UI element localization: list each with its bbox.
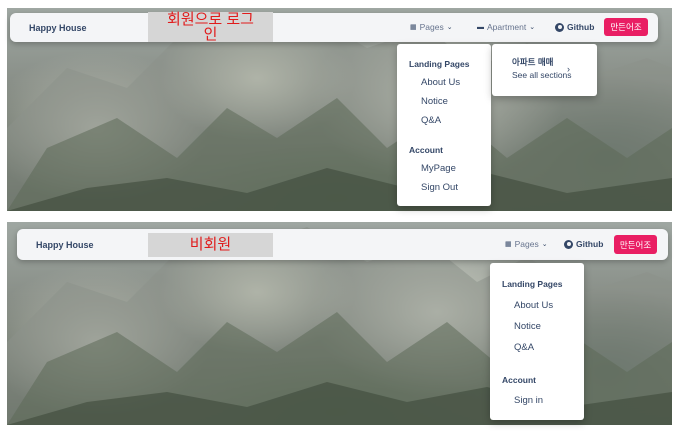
- annotation-guest: 비회원: [148, 233, 273, 257]
- menu-item-notice[interactable]: Notice: [514, 321, 541, 332]
- account-heading: Account: [409, 145, 443, 155]
- menu-item-notice[interactable]: Notice: [421, 96, 448, 107]
- nav-apartment[interactable]: ▬ Apartment ⌄: [477, 22, 535, 32]
- landing-pages-heading: Landing Pages: [409, 59, 470, 69]
- github-label: Github: [576, 239, 604, 249]
- github-icon: [555, 22, 564, 32]
- grid-icon: ▦: [505, 241, 512, 248]
- chevron-down-icon: ⌄: [541, 241, 548, 248]
- github-link[interactable]: Github: [564, 239, 603, 249]
- navbar-guest: Happy House ▦ Pages ⌄ Github 만든어조: [17, 229, 668, 260]
- menu-item-about[interactable]: About Us: [421, 77, 460, 88]
- annotation-line2: 인: [203, 26, 218, 43]
- building-icon: ▬: [477, 23, 484, 31]
- annotation-logged-in: 회원으로 로그 인: [148, 12, 273, 42]
- navbar-logged-in: Happy House ▦ Pages ⌄ ▬ Apartment ⌄ Gith…: [10, 13, 658, 42]
- menu-item-signout[interactable]: Sign Out: [421, 182, 458, 193]
- annotation-line1: 회원으로 로그: [167, 11, 254, 28]
- chevron-down-icon: ⌄: [529, 24, 536, 31]
- nav-pages-label: Pages: [514, 239, 539, 249]
- menu-item-about[interactable]: About Us: [514, 300, 553, 311]
- menu-item-mypage[interactable]: MyPage: [421, 163, 456, 174]
- chevron-down-icon: ⌄: [446, 24, 453, 31]
- landing-pages-heading: Landing Pages: [502, 279, 563, 289]
- menu-item-signin[interactable]: Sign in: [514, 395, 543, 406]
- team-button[interactable]: 만든어조: [614, 235, 657, 254]
- menu-item-qna[interactable]: Q&A: [421, 115, 441, 126]
- submenu-description: See all sections: [512, 70, 572, 80]
- pages-dropdown-logged-in: Landing Pages About Us Notice Q&A Accoun…: [397, 44, 491, 206]
- chevron-right-icon: ›: [567, 64, 570, 74]
- github-link[interactable]: Github: [555, 22, 594, 32]
- nav-pages[interactable]: ▦ Pages ⌄: [410, 22, 453, 32]
- brand-logo[interactable]: Happy House: [36, 240, 94, 250]
- apartment-submenu[interactable]: 아파트 매매 See all sections ›: [492, 44, 597, 96]
- team-button[interactable]: 만든어조: [604, 18, 648, 36]
- nav-apartment-label: Apartment: [487, 22, 527, 32]
- nav-pages-label: Pages: [419, 22, 444, 32]
- nav-pages[interactable]: ▦ Pages ⌄: [505, 239, 548, 249]
- account-heading: Account: [502, 375, 536, 385]
- github-label: Github: [567, 22, 595, 32]
- submenu-title: 아파트 매매: [512, 57, 554, 67]
- pages-dropdown-guest: Landing Pages About Us Notice Q&A Accoun…: [490, 263, 584, 420]
- menu-item-qna[interactable]: Q&A: [514, 342, 534, 353]
- github-icon: [564, 239, 573, 249]
- grid-icon: ▦: [410, 24, 417, 31]
- brand-logo[interactable]: Happy House: [29, 23, 87, 33]
